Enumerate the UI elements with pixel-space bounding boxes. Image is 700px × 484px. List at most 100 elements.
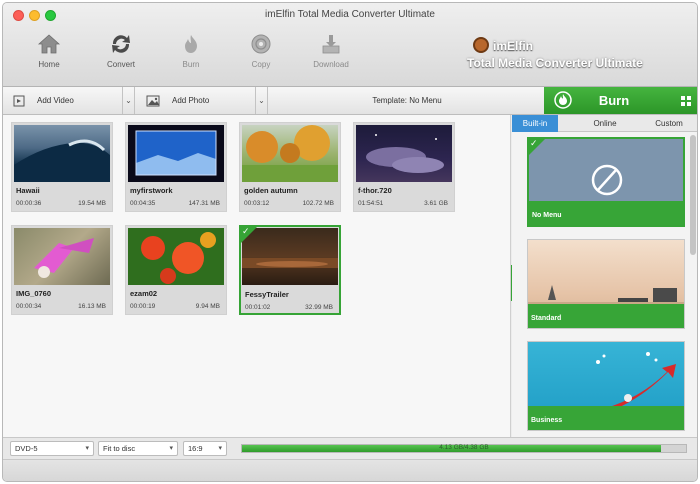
video-thumbnail xyxy=(128,228,224,285)
video-thumbnail xyxy=(14,125,110,182)
action-bar: Add Video ⌄ Add Photo ⌄ Template: No Men… xyxy=(3,87,697,115)
add-photo-icon xyxy=(146,95,160,106)
elf-logo-icon xyxy=(473,37,489,53)
flame-icon xyxy=(185,35,197,53)
media-name: FessyTrailer xyxy=(245,290,289,299)
checkmark-icon: ✓ xyxy=(530,138,538,148)
media-item[interactable]: ezam02 00:00:19 9.94 MB xyxy=(125,225,227,315)
media-item[interactable]: golden autumn 00:03:12 102.72 MB xyxy=(239,122,341,212)
brand-logo: imElfin Total Media Converter Ultimate xyxy=(467,37,667,77)
media-duration: 00:04:35 xyxy=(130,200,156,207)
add-photo-label: Add Photo xyxy=(172,96,210,105)
disc-type-select[interactable]: DVD-5 ▾ xyxy=(10,441,94,456)
fit-mode-select[interactable]: Fit to disc ▾ xyxy=(98,441,178,456)
disc-type-value: DVD-5 xyxy=(15,444,38,453)
media-duration: 00:00:36 xyxy=(16,200,42,207)
disc-capacity-text: 4.13 GB/4.38 GB xyxy=(439,444,489,451)
media-size: 3.61 GB xyxy=(424,200,448,207)
media-size: 19.54 MB xyxy=(78,200,106,207)
media-item[interactable]: IMG_0760 00:00:34 16.13 MB xyxy=(11,225,113,315)
home-button[interactable]: Home xyxy=(19,33,79,69)
disc-capacity-bar: 4.13 GB/4.38 GB xyxy=(241,444,687,453)
copy-button[interactable]: Copy xyxy=(231,33,291,69)
add-video-label: Add Video xyxy=(37,96,74,105)
media-item[interactable]: Hawaii 00:00:36 19.54 MB xyxy=(11,122,113,212)
copy-label: Copy xyxy=(251,60,271,69)
no-symbol-icon xyxy=(591,164,623,196)
template-business[interactable]: Business xyxy=(527,341,685,431)
app-window: imElfin Total Media Converter Ultimate H… xyxy=(2,2,698,482)
chevron-down-icon: ⌄ xyxy=(125,96,132,105)
template-label: Template: No Menu xyxy=(372,96,442,105)
media-size: 147.31 MB xyxy=(188,200,220,207)
window-title: imElfin Total Media Converter Ultimate xyxy=(265,9,435,20)
tab-online[interactable]: Online xyxy=(582,115,628,132)
checkmark-icon: ✓ xyxy=(242,226,250,236)
aspect-ratio-select[interactable]: 16:9 ▾ xyxy=(183,441,227,456)
media-duration: 01:54:51 xyxy=(358,200,384,207)
download-label: Download xyxy=(313,60,349,69)
template-panel: Built-in Online Custom ✓ No Menu Standar… xyxy=(512,115,697,437)
home-icon xyxy=(37,34,61,54)
media-size: 102.72 MB xyxy=(302,200,334,207)
download-icon xyxy=(322,35,340,54)
media-duration: 00:01:02 xyxy=(245,304,271,311)
template-tabs: Built-in Online Custom xyxy=(512,115,697,132)
media-duration: 00:03:12 xyxy=(244,200,270,207)
media-size: 32.99 MB xyxy=(305,304,333,311)
convert-icon xyxy=(112,35,130,53)
video-thumbnail xyxy=(128,125,224,182)
tab-custom[interactable]: Custom xyxy=(644,115,694,132)
media-list: Hawaii 00:00:36 19.54 MB myfirstwork 00:… xyxy=(3,115,511,437)
chevron-down-icon: ▾ xyxy=(169,445,173,452)
add-video-dropdown[interactable]: ⌄ xyxy=(123,87,135,114)
video-thumbnail xyxy=(356,125,452,182)
media-duration: 00:00:19 xyxy=(130,303,156,310)
template-name: No Menu xyxy=(532,212,562,219)
media-name: f-thor.720 xyxy=(358,186,392,195)
aspect-ratio-value: 16:9 xyxy=(188,444,203,453)
template-name: Standard xyxy=(531,315,562,322)
burn-tool-button[interactable]: Burn xyxy=(161,33,221,69)
burn-tool-label: Burn xyxy=(182,60,200,69)
chevron-down-icon: ▾ xyxy=(85,445,89,452)
template-name: Business xyxy=(531,417,563,424)
media-name: Hawaii xyxy=(16,186,40,195)
add-video-button[interactable]: Add Video xyxy=(3,87,123,114)
media-item[interactable]: f-thor.720 01:54:51 3.61 GB xyxy=(353,122,455,212)
media-name: myfirstwork xyxy=(130,186,173,195)
media-item[interactable]: myfirstwork 00:04:35 147.31 MB xyxy=(125,122,227,212)
output-settings-bar: DVD-5 ▾ Fit to disc ▾ 16:9 ▾ 4.13 GB/4.3… xyxy=(3,437,697,459)
media-name: ezam02 xyxy=(130,289,158,298)
brand-subtitle: Total Media Converter Ultimate xyxy=(467,56,643,70)
media-name: golden autumn xyxy=(244,186,298,195)
convert-label: Convert xyxy=(106,60,135,69)
status-bar xyxy=(3,459,697,481)
chevron-down-icon: ⌄ xyxy=(258,96,265,105)
burn-button[interactable]: Burn xyxy=(544,87,697,114)
burn-button-label: Burn xyxy=(598,93,630,108)
add-video-icon xyxy=(13,95,25,106)
template-no-menu[interactable]: ✓ No Menu xyxy=(527,137,685,227)
add-photo-button[interactable]: Add Photo xyxy=(136,87,256,114)
video-thumbnail xyxy=(14,228,110,285)
template-standard[interactable]: Standard xyxy=(527,239,685,329)
disc-copy-icon xyxy=(251,34,271,54)
add-photo-dropdown[interactable]: ⌄ xyxy=(256,87,268,114)
video-thumbnail xyxy=(242,125,338,182)
media-size: 16.13 MB xyxy=(78,303,106,310)
home-label: Home xyxy=(38,60,60,69)
media-name: IMG_0760 xyxy=(16,289,52,298)
convert-button[interactable]: Convert xyxy=(91,33,151,69)
brand-name: imElfin xyxy=(493,39,534,53)
fit-mode-value: Fit to disc xyxy=(103,444,136,453)
chevron-down-icon: ▾ xyxy=(218,445,222,452)
template-scrollbar[interactable] xyxy=(690,135,696,255)
toolbar: imElfin Total Media Converter Ultimate H… xyxy=(3,3,697,87)
tab-built-in[interactable]: Built-in xyxy=(512,115,558,132)
layout-toggle-icon[interactable] xyxy=(681,96,691,106)
media-item-selected[interactable]: ✓ FessyTrailer 00:01:02 32.99 MB xyxy=(239,225,341,315)
download-button[interactable]: Download xyxy=(301,33,361,69)
media-duration: 00:00:34 xyxy=(16,303,42,310)
media-size: 9.94 MB xyxy=(195,303,220,310)
